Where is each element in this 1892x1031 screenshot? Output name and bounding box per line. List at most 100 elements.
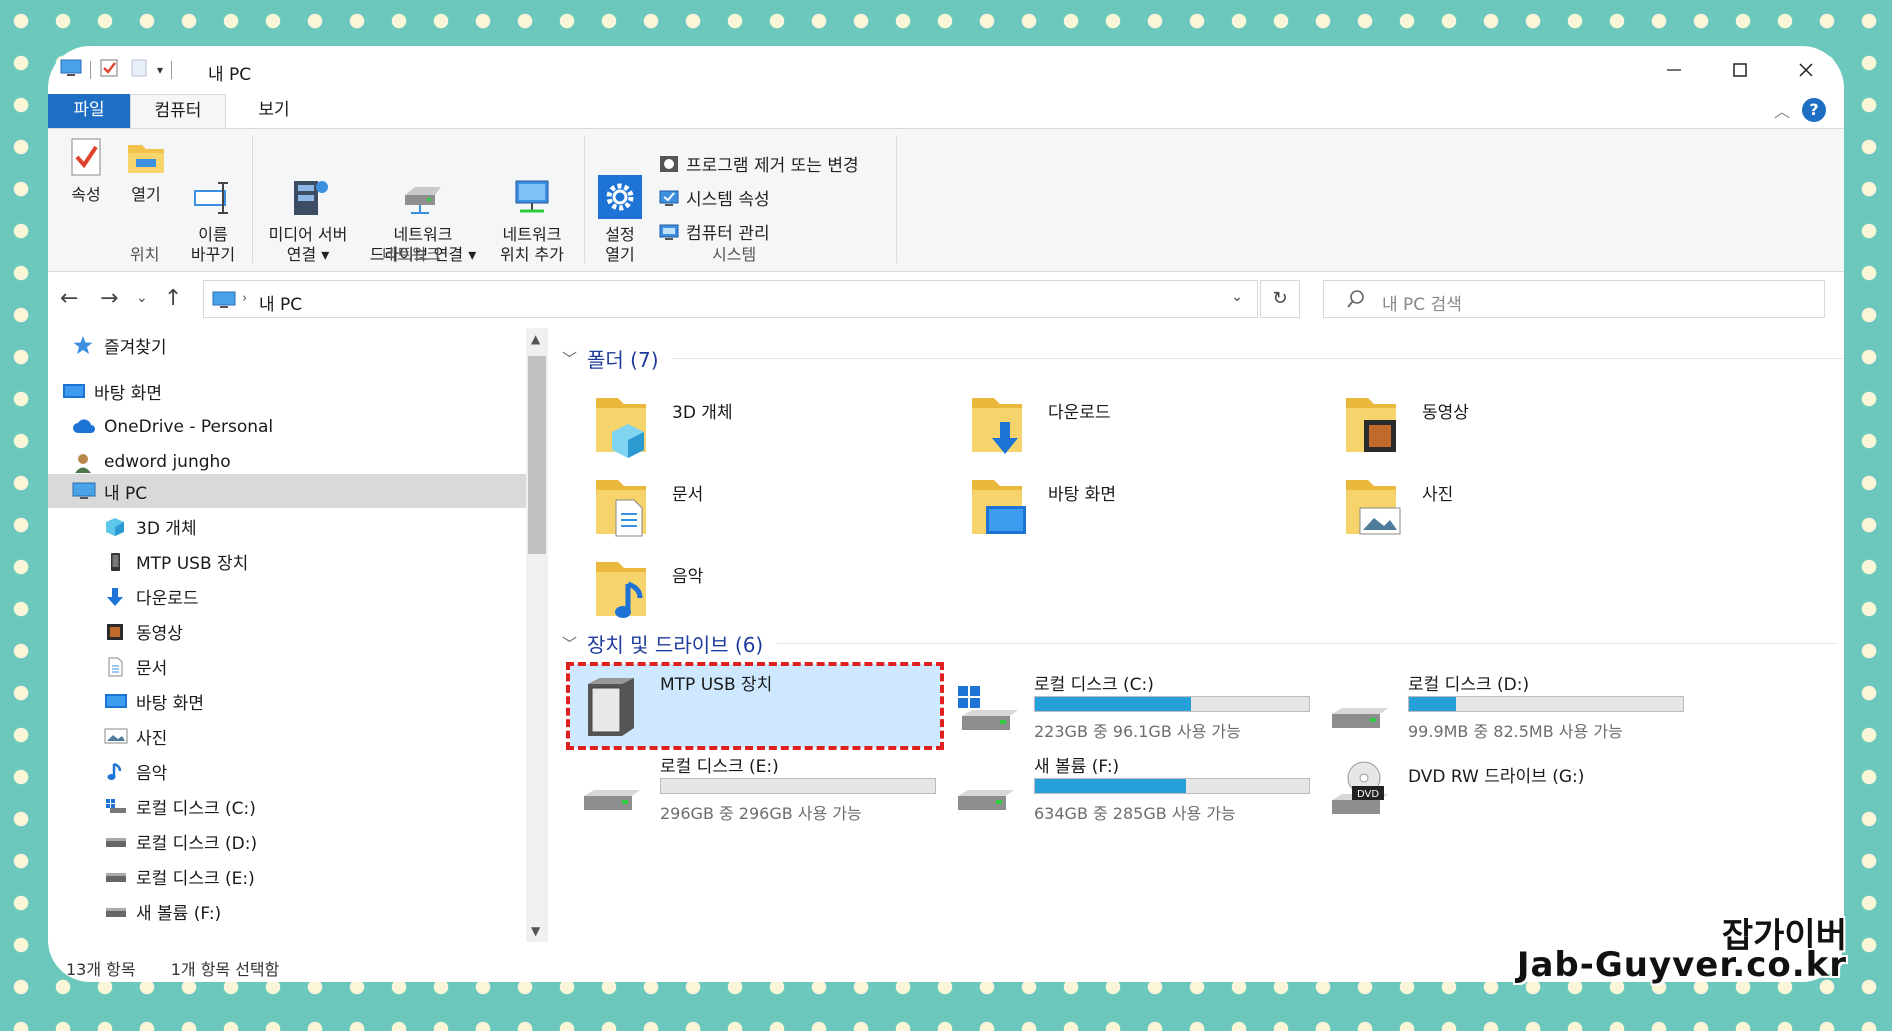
star-icon — [72, 335, 94, 355]
help-icon[interactable]: ? — [1802, 98, 1826, 122]
nav-item-quick-access[interactable]: 즐겨찾기 — [72, 328, 167, 362]
refresh-button[interactable]: ↻ — [1260, 280, 1300, 318]
address-path: 내 PC — [259, 295, 303, 315]
device-item-mtp-usb[interactable]: MTP USB 장치 — [578, 666, 948, 746]
folder-item-documents[interactable]: 문서 — [592, 472, 952, 552]
group-label-network: 네트워크 — [382, 245, 441, 264]
media-server-button[interactable]: 미디어 서버 연결 ▾ — [256, 135, 360, 265]
video-icon — [104, 621, 126, 641]
phone-icon — [104, 551, 126, 571]
collapse-ribbon-icon[interactable]: ︿ — [1774, 98, 1790, 122]
folder-item-desktop[interactable]: 바탕 화면 — [968, 472, 1328, 552]
address-row: ← → ⌄ ↑ › 내 PC ⌄ ↻ 내 PC 검색 — [48, 272, 1844, 326]
picture-icon — [104, 726, 128, 746]
device-item-local-disk-e[interactable]: 로컬 디스크 (E:) 296GB 중 296GB 사용 가능 — [578, 748, 948, 828]
folders-section-header[interactable]: ﹀ 폴더 (7) — [562, 344, 1843, 373]
nav-item-music[interactable]: 음악 — [104, 754, 167, 788]
minimize-button[interactable] — [1648, 54, 1700, 86]
cube-3d-icon — [104, 516, 126, 536]
open-button[interactable]: 열기 — [120, 135, 172, 205]
nav-item-pictures[interactable]: 사진 — [104, 719, 167, 753]
nav-item-local-disk-c[interactable]: 로컬 디스크 (C:) — [104, 789, 256, 823]
nav-item-onedrive[interactable]: OneDrive - Personal — [72, 410, 273, 444]
desktop-icon — [62, 381, 85, 401]
download-arrow-icon — [104, 586, 126, 606]
scroll-up-icon[interactable]: ▲ — [531, 332, 540, 346]
back-arrow-icon[interactable]: ← — [60, 286, 78, 311]
folder-music-icon — [592, 554, 662, 624]
media-server-icon — [286, 155, 330, 215]
maximize-button[interactable] — [1714, 54, 1766, 86]
drive-icon — [578, 760, 648, 820]
quick-access-toolbar: ▾ — [60, 58, 180, 82]
network-drive-icon — [401, 155, 445, 214]
new-folder-quick-icon[interactable] — [129, 58, 149, 82]
chevron-down-icon: ﹀ — [562, 350, 578, 368]
search-icon — [1346, 289, 1366, 313]
customize-dropdown-icon[interactable]: ▾ — [157, 63, 163, 77]
nav-item-local-disk-e[interactable]: 로컬 디스크 (E:) — [104, 859, 255, 893]
network-location-icon — [510, 155, 554, 213]
up-arrow-icon[interactable]: ↑ — [164, 286, 182, 311]
pc-icon — [72, 481, 96, 501]
nav-item-documents[interactable]: 문서 — [104, 649, 167, 683]
folder-download-icon — [968, 390, 1038, 460]
scrollbar-thumb[interactable] — [528, 356, 546, 554]
device-item-new-volume-f[interactable]: 새 볼륨 (F:) 634GB 중 285GB 사용 가능 — [952, 748, 1322, 828]
nav-item-downloads[interactable]: 다운로드 — [104, 579, 199, 613]
nav-item-mtp-usb[interactable]: MTP USB 장치 — [104, 544, 248, 578]
address-dropdown-icon[interactable]: ⌄ — [1231, 289, 1243, 305]
open-settings-button[interactable]: 설정 열기 — [592, 135, 648, 265]
settings-gear-icon — [598, 155, 642, 219]
tab-file[interactable]: 파일 — [48, 94, 130, 128]
system-properties-item[interactable]: 시스템 속성 — [658, 185, 770, 210]
uninstall-program-item[interactable]: 프로그램 제거 또는 변경 — [658, 151, 859, 176]
tab-view[interactable]: 보기 — [234, 94, 314, 128]
tab-computer[interactable]: 컴퓨터 — [130, 94, 226, 128]
system-properties-icon — [658, 188, 680, 208]
svg-text:DVD: DVD — [1357, 789, 1379, 800]
ribbon-panel: 속성 열기 이름 바꾸기 위치 미디어 서버 연결 ▾ 네트워크 드라이브 연결… — [48, 128, 1844, 272]
device-item-dvd-rw-g[interactable]: DVD DVD RW 드라이브 (G:) — [1326, 748, 1696, 828]
folder-item-music[interactable]: 음악 — [592, 554, 952, 634]
group-label-location: 위치 — [130, 245, 160, 264]
nav-item-desktop[interactable]: 바탕 화면 — [104, 684, 204, 718]
rename-button[interactable]: 이름 바꾸기 — [180, 135, 246, 265]
close-button[interactable] — [1780, 54, 1832, 86]
folder-item-downloads[interactable]: 다운로드 — [968, 390, 1328, 470]
folder-document-icon — [592, 472, 662, 542]
drive-icon — [104, 901, 126, 921]
nav-item-3d-objects[interactable]: 3D 개체 — [104, 509, 197, 543]
uninstall-icon — [658, 154, 680, 174]
nav-item-this-pc[interactable]: 내 PC — [72, 474, 147, 508]
nav-item-new-volume-f[interactable]: 새 볼륨 (F:) — [104, 894, 221, 928]
mtp-device-icon — [578, 678, 648, 738]
nav-item-videos[interactable]: 동영상 — [104, 614, 183, 648]
chevron-down-icon: ﹀ — [562, 635, 578, 653]
search-input[interactable]: 내 PC 검색 — [1323, 280, 1825, 318]
navigation-pane: 즐겨찾기 바탕 화면 OneDrive - Personal edword ju… — [48, 328, 526, 960]
devices-section-header[interactable]: ﹀ 장치 및 드라이브 (6) — [562, 629, 1838, 658]
dvd-drive-icon: DVD — [1326, 760, 1396, 820]
device-item-local-disk-c[interactable]: 로컬 디스크 (C:) 223GB 중 96.1GB 사용 가능 — [952, 666, 1322, 746]
folder-item-pictures[interactable]: 사진 — [1342, 472, 1702, 552]
scroll-down-icon[interactable]: ▼ — [531, 924, 540, 938]
group-label-system: 시스템 — [712, 245, 757, 264]
desktop-icon — [104, 691, 127, 711]
properties-button[interactable]: 속성 — [60, 135, 112, 205]
add-network-location-button[interactable]: 네트워크 위치 추가 — [486, 135, 578, 265]
properties-quick-icon[interactable] — [99, 58, 119, 82]
nav-item-desktop-root[interactable]: 바탕 화면 — [62, 374, 162, 408]
nav-scrollbar[interactable]: ▲ ▼ — [526, 328, 548, 942]
recent-locations-dropdown-icon[interactable]: ⌄ — [136, 290, 148, 306]
forward-arrow-icon[interactable]: → — [100, 286, 118, 311]
folder-item-videos[interactable]: 동영상 — [1342, 390, 1702, 470]
folder-item-3d-objects[interactable]: 3D 개체 — [592, 390, 952, 470]
computer-management-icon — [658, 222, 680, 242]
address-bar[interactable]: › 내 PC ⌄ — [203, 280, 1258, 318]
folder-desktop-icon — [968, 472, 1038, 542]
device-item-local-disk-d[interactable]: 로컬 디스크 (D:) 99.9MB 중 82.5MB 사용 가능 — [1326, 666, 1696, 746]
nav-item-local-disk-d[interactable]: 로컬 디스크 (D:) — [104, 824, 257, 858]
drive-usage-bar — [1408, 696, 1684, 712]
document-icon — [104, 656, 126, 677]
